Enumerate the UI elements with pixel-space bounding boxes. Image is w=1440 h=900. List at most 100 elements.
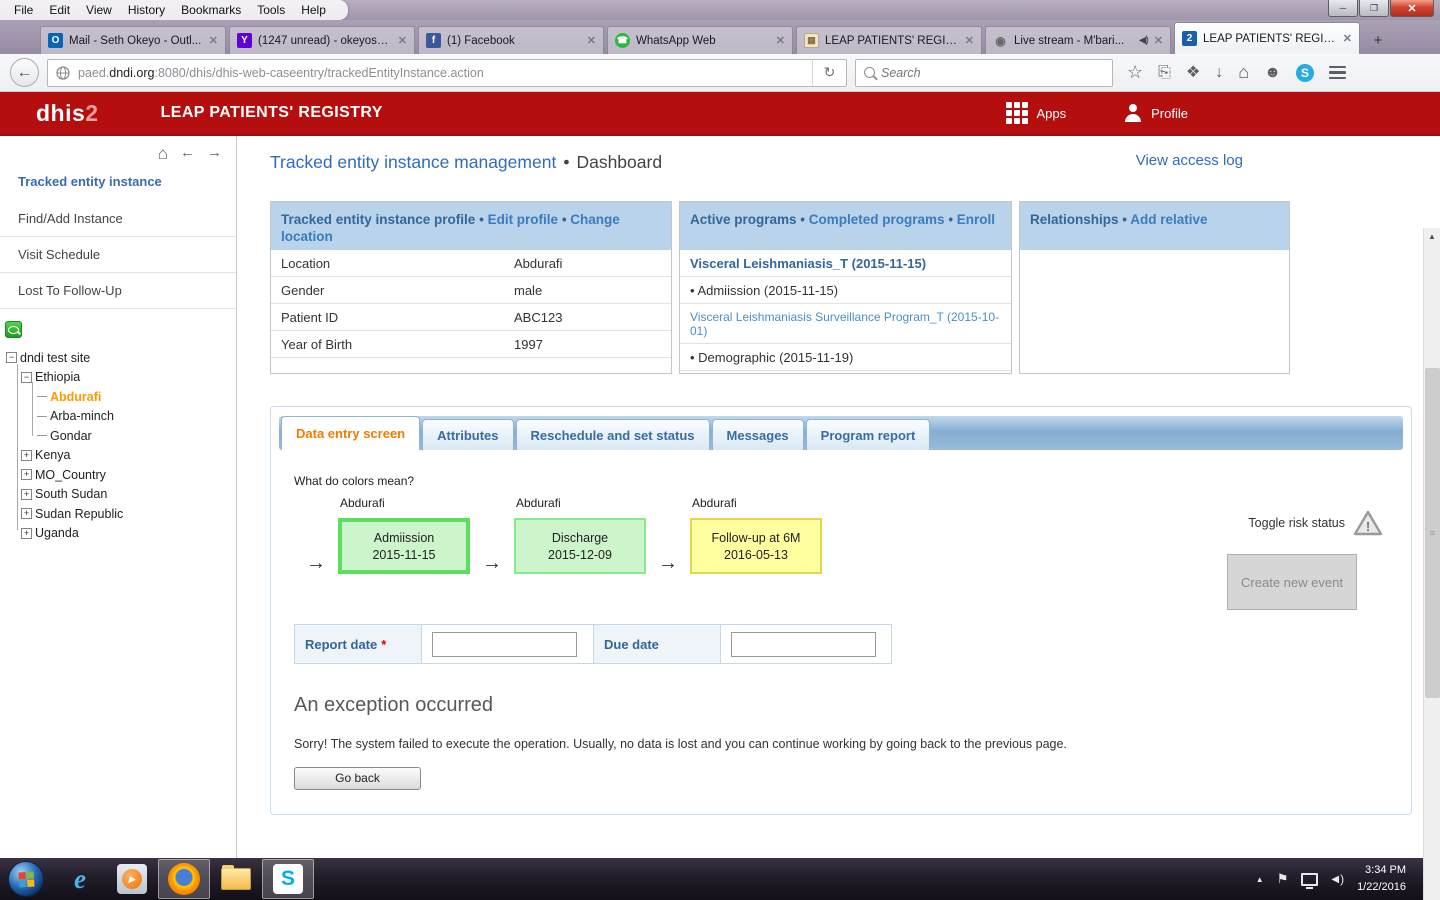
menu-help[interactable]: Help	[293, 1, 334, 19]
window-close-button[interactable]	[1390, 0, 1434, 17]
tree-expand-icon[interactable]: +	[21, 489, 32, 500]
tree-node-label[interactable]: Ethiopia	[35, 370, 80, 384]
tree-collapse-icon[interactable]: −	[6, 352, 17, 363]
sidebar-item-find-add-instance[interactable]: Find/Add Instance	[0, 201, 236, 237]
taskbar-clock[interactable]: 3:34 PM 1/22/2016	[1357, 862, 1410, 896]
tree-node-label[interactable]: South Sudan	[35, 487, 107, 501]
tree-node-abdurafi[interactable]: Abdurafi	[6, 387, 236, 407]
menu-edit[interactable]: Edit	[41, 1, 78, 19]
tab-program-report[interactable]: Program report	[806, 419, 931, 450]
what-do-colors-mean-link[interactable]: What do colors mean?	[294, 474, 414, 488]
tree-node-gondar[interactable]: Gondar	[6, 426, 236, 446]
edit-profile-link[interactable]: Edit profile	[488, 212, 559, 227]
scrollbar-down-arrow[interactable]	[1424, 245, 1440, 262]
tab-close-icon[interactable]	[965, 34, 974, 47]
tree-node-label[interactable]: Gondar	[50, 429, 92, 443]
apps-menu[interactable]: Apps	[1006, 102, 1067, 124]
view-access-log-link[interactable]: View access log	[1136, 152, 1243, 169]
hamburger-menu-icon[interactable]	[1329, 66, 1346, 80]
tab-close-icon[interactable]	[1154, 34, 1163, 47]
program-stage-admission[interactable]: • Admiission (2015-11-15)	[680, 277, 1011, 304]
enroll-link[interactable]: Enroll	[957, 212, 995, 227]
window-minimize-button[interactable]	[1328, 0, 1358, 17]
skype-extension-icon[interactable]	[1296, 64, 1314, 82]
tree-expand-icon[interactable]: +	[21, 528, 32, 539]
tree-node-label[interactable]: Sudan Republic	[35, 507, 123, 521]
page-scrollbar[interactable]	[1423, 228, 1440, 900]
browser-tab-yahoo[interactable]: (1247 unread) - okeyose...	[229, 26, 415, 54]
go-back-button[interactable]: Go back	[294, 767, 421, 790]
dhis2-logo[interactable]: dhis2	[36, 100, 99, 127]
media-player-icon[interactable]	[106, 859, 158, 899]
search-bar[interactable]	[855, 59, 1113, 87]
tree-expand-icon[interactable]: +	[21, 469, 32, 480]
browser-tab-whatsapp[interactable]: WhatsApp Web	[607, 26, 793, 54]
program-stage-demographic[interactable]: • Demographic (2015-11-19)	[680, 344, 1011, 371]
downloads-icon[interactable]	[1215, 65, 1223, 81]
sidebar-item-visit-schedule[interactable]: Visit Schedule	[0, 237, 236, 273]
scrollbar-thumb[interactable]	[1425, 368, 1440, 698]
back-button[interactable]	[10, 58, 39, 87]
tab-close-icon[interactable]	[587, 34, 596, 47]
previous-icon[interactable]	[180, 144, 195, 164]
tree-node-label-selected[interactable]: Abdurafi	[50, 390, 101, 404]
completed-programs-link[interactable]: Completed programs	[809, 212, 945, 227]
skype-icon[interactable]	[262, 859, 314, 899]
menu-view[interactable]: View	[78, 1, 120, 19]
clipboard-icon[interactable]	[1158, 65, 1171, 81]
tree-node-mo-country[interactable]: + MO_Country	[6, 465, 236, 485]
action-center-icon[interactable]	[1277, 871, 1289, 887]
scrollbar-up-arrow[interactable]	[1424, 228, 1440, 245]
due-date-input[interactable]	[731, 632, 876, 657]
menu-file[interactable]: File	[6, 1, 41, 19]
browser-tab-live-stream[interactable]: Live stream - M'bari...	[985, 26, 1171, 54]
tab-close-icon[interactable]	[1343, 32, 1352, 45]
report-date-input[interactable]	[432, 632, 577, 657]
file-explorer-icon[interactable]	[210, 859, 262, 899]
tree-node-kenya[interactable]: + Kenya	[6, 446, 236, 466]
tab-messages[interactable]: Messages	[712, 419, 804, 450]
tab-attributes[interactable]: Attributes	[422, 419, 513, 450]
hello-chat-icon[interactable]	[1264, 65, 1281, 81]
browser-tab-outlook[interactable]: Mail - Seth Okeyo - Outl...	[40, 26, 226, 54]
tree-node-label[interactable]: dndi test site	[20, 351, 90, 365]
tab-audio-icon[interactable]	[1139, 35, 1148, 46]
tray-expand-icon[interactable]	[1256, 873, 1264, 885]
tab-reschedule-set-status[interactable]: Reschedule and set status	[516, 419, 710, 450]
risk-warning-icon[interactable]: !	[1353, 510, 1383, 536]
tree-node-ethiopia[interactable]: − Ethiopia	[6, 368, 236, 388]
new-tab-button[interactable]	[1365, 28, 1391, 52]
tree-node-label[interactable]: Arba-minch	[50, 409, 114, 423]
pocket-icon[interactable]	[1186, 65, 1200, 81]
tab-close-icon[interactable]	[209, 34, 218, 47]
browser-tab-leap-registry-active[interactable]: LEAP PATIENTS' REGIST...	[1174, 22, 1360, 54]
tree-node-arba-minch[interactable]: Arba-minch	[6, 407, 236, 427]
program-entry-active[interactable]: Visceral Leishmaniasis_T (2015-11-15)	[680, 250, 1011, 277]
event-box-admission[interactable]: Admiission 2015-11-15	[338, 518, 470, 574]
sidebar-item-lost-to-follow-up[interactable]: Lost To Follow-Up	[0, 273, 236, 309]
firefox-icon[interactable]	[158, 859, 210, 899]
bookmark-star-icon[interactable]	[1127, 63, 1143, 82]
tab-close-icon[interactable]	[398, 34, 407, 47]
org-unit-search-icon[interactable]	[5, 321, 22, 338]
url-bar[interactable]: paed.dndi.org:8080/dhis/dhis-web-caseent…	[47, 59, 847, 87]
browser-tab-facebook[interactable]: (1) Facebook	[418, 26, 604, 54]
tab-close-icon[interactable]	[776, 34, 785, 47]
event-box-followup[interactable]: Follow-up at 6M 2016-05-13	[690, 518, 822, 574]
menu-tools[interactable]: Tools	[249, 1, 293, 19]
tree-node-uganda[interactable]: + Uganda	[6, 524, 236, 544]
profile-menu[interactable]: Profile	[1124, 104, 1188, 122]
tree-expand-icon[interactable]: +	[21, 450, 32, 461]
tree-node-label[interactable]: Uganda	[35, 526, 79, 540]
tree-node-sudan-republic[interactable]: + Sudan Republic	[6, 504, 236, 524]
tree-node-dndi-test-site[interactable]: − dndi test site	[6, 348, 236, 368]
internet-explorer-icon[interactable]	[54, 859, 106, 899]
start-button[interactable]	[8, 861, 44, 897]
home-shortcut-icon[interactable]	[158, 144, 168, 164]
home-icon[interactable]	[1238, 63, 1249, 82]
window-restore-button[interactable]	[1359, 0, 1389, 17]
tab-data-entry-screen[interactable]: Data entry screen	[281, 416, 420, 450]
tree-node-label[interactable]: Kenya	[35, 448, 70, 462]
tree-node-label[interactable]: MO_Country	[35, 468, 106, 482]
tree-expand-icon[interactable]: +	[21, 508, 32, 519]
